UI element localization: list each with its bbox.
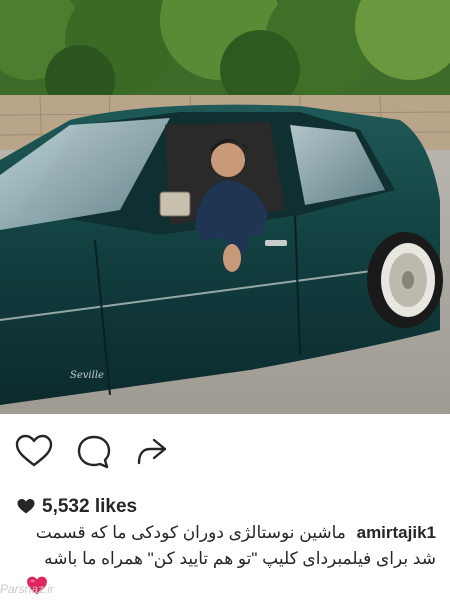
heart-filled-icon (17, 499, 35, 514)
comment-bubble-icon (77, 435, 111, 469)
caption-text-1: ماشین نوستالژی دوران کودکی ما که قسمت (35, 523, 346, 542)
caption-text-2: شد برای فیلمبردای کلیپ "تو هم تایید کن" … (44, 549, 436, 568)
car-badge: Seville (70, 370, 104, 381)
post-caption: amirtajik1 ماشین نوستالژی دوران کودکی ما… (10, 520, 436, 572)
likes-row: 5,532 likes (16, 494, 137, 520)
share-arrow-icon (137, 438, 167, 465)
post-photo[interactable]: Seville (0, 0, 450, 414)
heart-outline-icon (15, 434, 53, 467)
comment-button[interactable] (74, 432, 114, 472)
caption-username[interactable]: amirtajik1 (357, 523, 436, 542)
likes-count[interactable]: 5,532 likes (42, 496, 137, 518)
caption-line-1: amirtajik1 ماشین نوستالژی دوران کودکی ما… (10, 520, 436, 546)
post-actions-bar (0, 414, 450, 484)
share-button[interactable] (132, 432, 172, 472)
like-button[interactable] (14, 432, 54, 472)
watermark: Parsnaz.ir (0, 582, 55, 596)
